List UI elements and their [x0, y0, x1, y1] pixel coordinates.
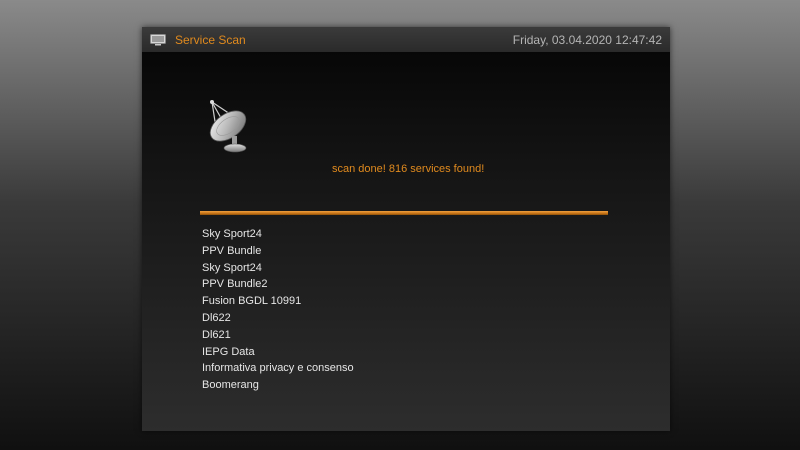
scan-content: scan done! 816 services found! Sky Sport… — [142, 52, 670, 431]
title-bar: Service Scan Friday, 03.04.2020 12:47:42 — [142, 27, 670, 52]
service-list-item: PPV Bundle — [202, 244, 262, 257]
scan-progress-bar — [200, 211, 608, 215]
service-list-item: Dl622 — [202, 311, 231, 324]
service-list-item: Informativa privacy e consenso — [202, 362, 354, 375]
service-list-item: Fusion BGDL 10991 — [202, 295, 302, 308]
service-list-item: Dl621 — [202, 328, 231, 341]
service-list-item: Sky Sport24 — [202, 261, 262, 274]
scan-progress-fill — [200, 211, 608, 215]
window-title: Service Scan — [175, 33, 246, 47]
service-list-item: Boomerang — [202, 379, 259, 392]
found-services-list: Sky Sport24 PPV Bundle Sky Sport24 PPV Bund… — [202, 226, 354, 394]
satellite-dish-icon — [202, 98, 264, 160]
tv-screen-icon — [150, 33, 166, 46]
scan-status-message: scan done! 816 services found! — [332, 163, 485, 175]
service-list-item: PPV Bundle2 — [202, 278, 268, 291]
date-time-display: Friday, 03.04.2020 12:47:42 — [512, 33, 662, 47]
service-scan-window: Service Scan Friday, 03.04.2020 12:47:42 — [142, 27, 670, 431]
service-list-item: IEPG Data — [202, 345, 255, 358]
service-list-item: Sky Sport24 — [202, 228, 262, 240]
